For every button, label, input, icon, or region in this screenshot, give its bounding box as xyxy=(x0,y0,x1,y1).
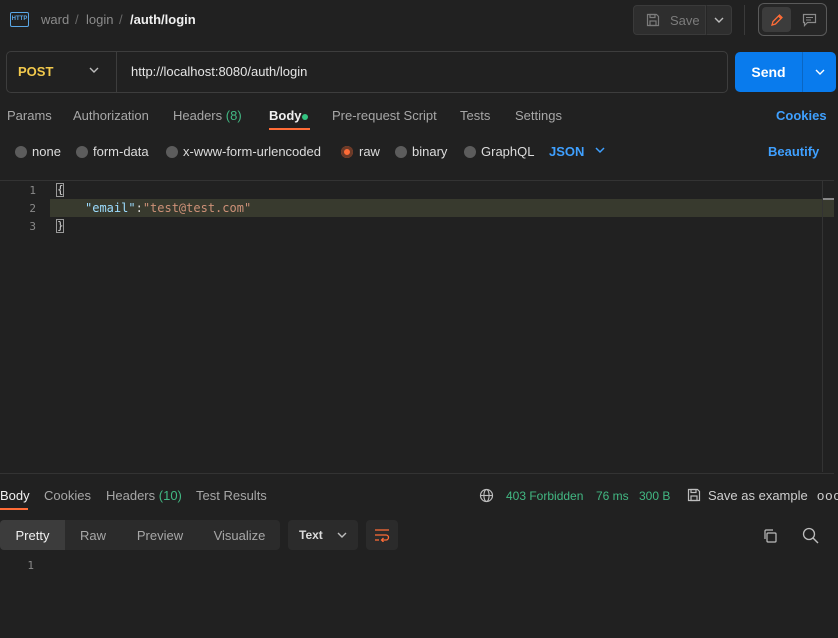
radio-binary-label[interactable]: binary xyxy=(412,144,447,159)
breadcrumb-separator: / xyxy=(119,12,123,27)
status-code[interactable]: 403 Forbidden xyxy=(506,489,583,503)
radio-form-data[interactable] xyxy=(76,146,88,158)
response-tab-test-results[interactable]: Test Results xyxy=(196,488,267,503)
chevron-down-icon xyxy=(714,17,724,23)
url-divider xyxy=(116,52,117,92)
radio-urlencoded[interactable] xyxy=(166,146,178,158)
tab-headers[interactable]: Headers (8) xyxy=(173,108,242,123)
pane-splitter[interactable] xyxy=(0,473,834,479)
response-tab-body[interactable]: Body xyxy=(0,488,30,503)
format-pretty[interactable]: Pretty xyxy=(0,520,65,550)
scrollbar-marker xyxy=(823,198,834,200)
breadcrumb-folder[interactable]: login xyxy=(86,12,113,27)
send-button[interactable]: Send xyxy=(735,52,802,92)
response-line-number: 1 xyxy=(27,559,34,572)
breadcrumb-request-name[interactable]: /auth/login xyxy=(130,12,196,27)
save-button[interactable]: Save xyxy=(633,5,706,35)
radio-none-label[interactable]: none xyxy=(32,144,61,159)
method-select[interactable]: POST xyxy=(18,64,53,79)
globe-icon[interactable] xyxy=(479,488,494,503)
format-preview[interactable]: Preview xyxy=(121,520,199,550)
radio-raw-label[interactable]: raw xyxy=(359,144,380,159)
active-tab-indicator xyxy=(0,508,28,510)
radio-graphql-label[interactable]: GraphQL xyxy=(481,144,534,159)
wrap-lines-button[interactable] xyxy=(366,520,398,550)
response-type-select[interactable]: Text xyxy=(288,520,358,550)
language-select[interactable]: JSON xyxy=(549,144,584,159)
beautify-button[interactable]: Beautify xyxy=(768,144,819,159)
format-visualize[interactable]: Visualize xyxy=(199,520,280,550)
body-modified-indicator xyxy=(302,114,308,120)
format-raw[interactable]: Raw xyxy=(65,520,121,550)
radio-urlencoded-label[interactable]: x-www-form-urlencoded xyxy=(183,144,321,159)
breadcrumb-separator: / xyxy=(75,12,79,27)
save-label: Save xyxy=(670,12,700,28)
response-tab-headers-label: Headers xyxy=(106,488,156,503)
documentation-button[interactable] xyxy=(795,7,824,32)
breadcrumb-collection[interactable]: ward xyxy=(41,12,69,27)
active-tab-indicator xyxy=(269,128,310,130)
send-options-button[interactable] xyxy=(803,52,836,92)
tab-authorization[interactable]: Authorization xyxy=(73,108,149,123)
toolbar-divider xyxy=(744,5,745,35)
request-body-editor[interactable] xyxy=(0,180,834,472)
tab-settings[interactable]: Settings xyxy=(515,108,562,123)
open-brace: { xyxy=(56,183,64,197)
response-headers-count: (10) xyxy=(158,488,182,503)
pencil-icon xyxy=(770,13,783,26)
response-time[interactable]: 76 ms xyxy=(596,489,629,503)
url-bar xyxy=(6,51,728,93)
line-number: 3 xyxy=(29,220,36,233)
response-type-label: Text xyxy=(299,528,323,542)
wrap-icon xyxy=(375,529,390,542)
json-colon: : xyxy=(135,201,143,215)
editor-scrollbar[interactable] xyxy=(822,181,834,472)
chevron-down-icon[interactable] xyxy=(594,146,606,154)
url-input[interactable]: http://localhost:8080/auth/login xyxy=(131,64,307,79)
cookies-link[interactable]: Cookies xyxy=(776,108,827,123)
json-line: "email":"test@test.com" xyxy=(85,201,251,215)
radio-raw[interactable] xyxy=(341,146,353,158)
comment-icon xyxy=(802,13,817,27)
save-icon xyxy=(646,13,660,27)
search-icon[interactable] xyxy=(802,527,819,544)
save-as-example-button[interactable]: Save as example xyxy=(708,488,808,503)
tab-body[interactable]: Body xyxy=(269,108,302,123)
line-number: 1 xyxy=(29,184,36,197)
save-options-button[interactable] xyxy=(706,5,732,35)
chevron-down-icon[interactable] xyxy=(88,66,100,74)
chevron-down-icon xyxy=(337,532,347,538)
json-value: "test@test.com" xyxy=(142,201,252,215)
json-key: "email" xyxy=(85,201,136,215)
response-tab-headers[interactable]: Headers (10) xyxy=(106,488,182,503)
close-brace: } xyxy=(56,219,64,233)
radio-none[interactable] xyxy=(15,146,27,158)
tab-tests[interactable]: Tests xyxy=(460,108,490,123)
http-request-icon: HTTP xyxy=(10,12,29,27)
edit-mode-button[interactable] xyxy=(762,7,791,32)
radio-graphql[interactable] xyxy=(464,146,476,158)
response-size[interactable]: 300 B xyxy=(639,489,670,503)
chevron-down-icon xyxy=(815,69,824,75)
tab-headers-label: Headers xyxy=(173,108,223,123)
headers-count: (8) xyxy=(225,108,242,123)
save-icon xyxy=(687,488,701,502)
response-tab-cookies[interactable]: Cookies xyxy=(44,488,91,503)
tab-params[interactable]: Params xyxy=(7,108,52,123)
radio-binary[interactable] xyxy=(395,146,407,158)
more-options-button[interactable]: ooo xyxy=(817,488,838,503)
line-number: 2 xyxy=(29,202,36,215)
tab-prerequest-script[interactable]: Pre-request Script xyxy=(332,108,437,123)
radio-form-data-label[interactable]: form-data xyxy=(93,144,149,159)
copy-icon[interactable] xyxy=(762,528,778,544)
